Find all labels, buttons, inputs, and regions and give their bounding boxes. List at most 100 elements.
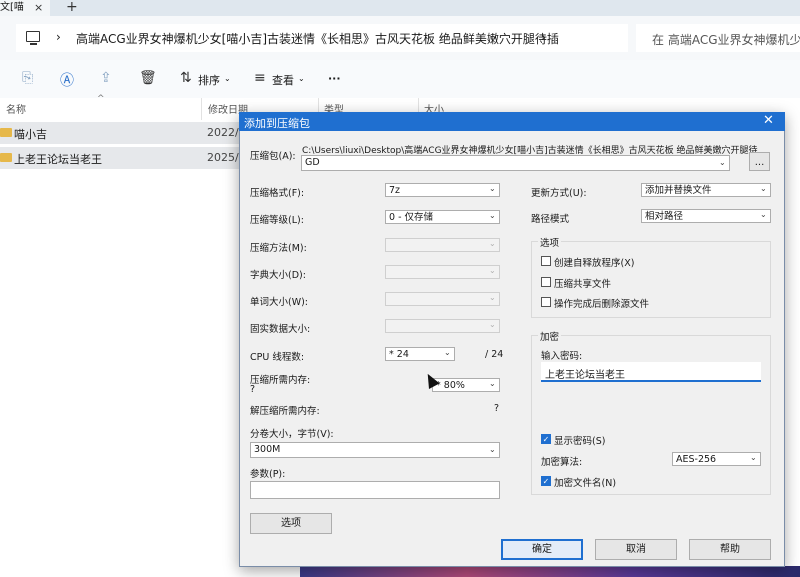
password-value: 上老王论坛当老王 xyxy=(545,370,625,381)
solid-select[interactable] xyxy=(385,319,500,333)
volume-label: 分卷大小，字节(V): xyxy=(250,429,334,440)
threads-value: * 24 xyxy=(389,349,409,360)
level-label: 压缩等级(L): xyxy=(250,215,304,226)
chevron-down-icon[interactable]: ⌄ xyxy=(750,453,757,462)
chevron-right-icon[interactable]: › xyxy=(56,30,61,44)
chevron-down-icon[interactable]: ⌄ xyxy=(719,158,726,167)
encrypt-names-checkbox[interactable]: ✓ xyxy=(541,476,551,486)
algo-value: AES-256 xyxy=(676,454,717,465)
delete-icon[interactable]: 🗑 xyxy=(139,70,157,86)
column-name[interactable]: 名称 xyxy=(6,101,26,116)
computer-icon-stand xyxy=(30,43,37,45)
mem-question: ? xyxy=(250,384,256,395)
chevron-down-icon[interactable]: ⌄ xyxy=(444,348,451,357)
archive-label: 压缩包(A): xyxy=(250,151,296,162)
chevron-down-icon[interactable]: ⌄ xyxy=(489,211,496,220)
sfx-label: 创建自释放程序(X) xyxy=(554,258,635,269)
delete-checkbox[interactable] xyxy=(541,297,551,307)
format-select[interactable]: 7z xyxy=(385,183,500,197)
sort-arrow-icon: ^ xyxy=(97,94,105,104)
folder-icon xyxy=(0,128,12,137)
threads-total: / 24 xyxy=(485,349,504,360)
options-group-title: 选项 xyxy=(538,235,562,249)
chevron-down-icon: ⌄ xyxy=(489,239,496,248)
computer-icon xyxy=(26,31,40,42)
chevron-down-icon[interactable]: ⌄ xyxy=(760,210,767,219)
file-modified: 2022/ xyxy=(207,126,239,139)
mem-label: 压缩所需内存: xyxy=(250,375,311,386)
shared-checkbox[interactable] xyxy=(541,277,551,287)
copy-icon[interactable]: ⎘ xyxy=(22,70,33,86)
ok-button[interactable]: 确定 xyxy=(501,539,583,560)
solid-label: 固实数据大小: xyxy=(250,324,311,335)
dict-select[interactable] xyxy=(385,265,500,279)
volume-select[interactable]: 300M xyxy=(250,442,500,458)
chevron-down-icon[interactable]: ⌄ xyxy=(298,74,305,83)
word-label: 单词大小(W): xyxy=(250,297,309,308)
chevron-down-icon: ⌄ xyxy=(489,266,496,275)
encrypt-names-label: 加密文件名(N) xyxy=(554,478,617,489)
pathmode-select[interactable]: 相对路径 xyxy=(641,209,771,223)
chevron-down-icon[interactable]: ⌄ xyxy=(489,184,496,193)
chevron-down-icon: ⌄ xyxy=(489,293,496,302)
algo-select[interactable]: AES-256 xyxy=(672,452,761,466)
file-name: 喵小吉 xyxy=(14,128,47,141)
method-label: 压缩方法(M): xyxy=(250,243,307,254)
rename-icon[interactable]: Ⓐ xyxy=(60,70,74,90)
help-button[interactable]: 帮助 xyxy=(689,539,771,560)
show-password-label: 显示密码(S) xyxy=(554,436,606,447)
more-options-button[interactable]: ··· xyxy=(328,72,341,85)
update-select[interactable]: 添加并替换文件 xyxy=(641,183,771,197)
method-select[interactable] xyxy=(385,238,500,252)
update-label: 更新方式(U): xyxy=(531,188,587,199)
file-name: 上老王论坛当老王 xyxy=(14,153,102,166)
password-label: 输入密码: xyxy=(541,351,583,362)
chevron-down-icon[interactable]: ⌄ xyxy=(489,379,496,388)
word-select[interactable] xyxy=(385,292,500,306)
delete-label: 操作完成后删除源文件 xyxy=(554,299,650,310)
chevron-down-icon[interactable]: ⌄ xyxy=(489,445,496,454)
format-label: 压缩格式(F): xyxy=(250,188,305,199)
sort-button[interactable]: 排序 xyxy=(198,72,220,88)
view-button[interactable]: 查看 xyxy=(272,72,294,88)
chevron-down-icon[interactable]: ⌄ xyxy=(760,184,767,193)
update-value: 添加并替换文件 xyxy=(645,185,712,196)
search-input[interactable]: 在 高端ACG业界女神爆机少女 xyxy=(652,31,800,48)
level-value: 0 - 仅存储 xyxy=(389,212,434,223)
address-path[interactable]: 高端ACG业界女神爆机少女[喵小吉]古装迷情《长相思》古风天花板 绝品鲜美嫩穴开… xyxy=(76,30,559,47)
folder-icon xyxy=(0,153,12,162)
file-modified: 2025/ xyxy=(207,151,239,164)
sort-icon[interactable]: ⇅ xyxy=(180,70,192,86)
close-icon[interactable]: ✕ xyxy=(763,113,774,128)
algo-label: 加密算法: xyxy=(541,457,583,468)
desktop-wallpaper-strip xyxy=(300,566,800,577)
params-label: 参数(P): xyxy=(250,469,286,480)
show-password-checkbox[interactable]: ✓ xyxy=(541,434,551,444)
command-bar xyxy=(0,60,800,98)
mem-value: * 80% xyxy=(436,380,465,391)
decomp-label: 解压缩所需内存: xyxy=(250,406,320,417)
archive-name-combo[interactable]: GD xyxy=(301,155,730,171)
new-tab-icon[interactable]: + xyxy=(66,0,78,15)
chevron-down-icon: ⌄ xyxy=(489,320,496,329)
column-divider[interactable] xyxy=(201,98,202,120)
cancel-button[interactable]: 取消 xyxy=(595,539,677,560)
share-icon[interactable]: ⇪ xyxy=(100,70,112,86)
params-input[interactable] xyxy=(250,481,500,499)
dialog-titlebar[interactable] xyxy=(239,112,785,131)
sfx-checkbox[interactable] xyxy=(541,256,551,266)
level-select[interactable]: 0 - 仅存储 xyxy=(385,210,500,224)
volume-value: 300M xyxy=(254,444,281,455)
format-value: 7z xyxy=(389,185,401,196)
tab-strip xyxy=(0,0,800,16)
browse-button[interactable]: ... xyxy=(749,152,770,171)
tab-close-icon[interactable]: × xyxy=(34,0,43,16)
view-icon[interactable]: ≡ xyxy=(254,70,266,86)
dict-label: 字典大小(D): xyxy=(250,270,306,281)
encryption-group-title: 加密 xyxy=(538,329,562,343)
options-button[interactable]: 选项 xyxy=(250,513,332,534)
archive-name: GD xyxy=(305,157,320,168)
chevron-down-icon[interactable]: ⌄ xyxy=(224,74,231,83)
dialog-title: 添加到压缩包 xyxy=(244,117,310,130)
chevron-right-icon[interactable]: › xyxy=(541,30,546,44)
